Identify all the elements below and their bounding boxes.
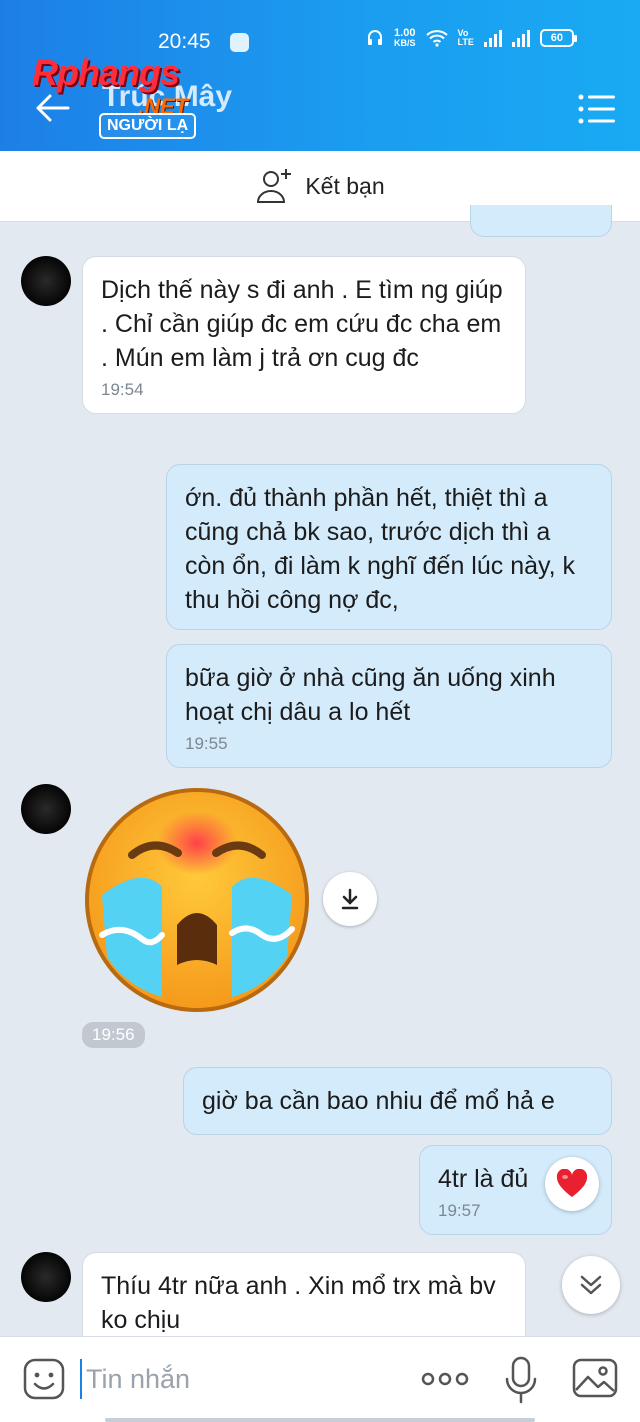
wifi-icon xyxy=(425,30,448,47)
sticker-time: 19:56 xyxy=(82,1022,145,1048)
network-speed: 1.00 KB/S xyxy=(394,27,416,49)
microphone-icon[interactable] xyxy=(503,1355,539,1405)
message-time: 19:54 xyxy=(101,380,144,399)
app-notification-icon xyxy=(230,33,249,52)
more-options-icon[interactable] xyxy=(420,1365,470,1393)
avatar[interactable] xyxy=(21,1252,71,1302)
download-button[interactable] xyxy=(323,872,377,926)
heart-icon xyxy=(556,1169,588,1197)
message-bubble-outgoing[interactable]: giờ ba cần bao nhiu để mổ hả e xyxy=(183,1067,612,1135)
message-bubble-outgoing[interactable]: ớn. đủ thành phần hết, thiệt thì a cũng … xyxy=(166,464,612,630)
message-bubble-incoming[interactable]: Dịch thế này s đi anh . E tìm ng giúp . … xyxy=(82,256,526,414)
message-time: 19:55 xyxy=(185,734,228,753)
message-text: bữa giờ ở nhà cũng ăn uống xinh hoạt chị… xyxy=(185,664,556,726)
message-input[interactable] xyxy=(80,1359,400,1399)
scroll-to-bottom-button[interactable] xyxy=(562,1256,620,1314)
avatar[interactable] xyxy=(21,256,71,306)
download-icon xyxy=(341,888,359,910)
crying-face-sticker[interactable] xyxy=(82,785,312,1015)
message-text: Dịch thế này s đi anh . E tìm ng giúp . … xyxy=(101,276,503,372)
headset-icon xyxy=(368,30,382,45)
signal-icon-2 xyxy=(511,29,530,47)
add-friend-label: Kết bạn xyxy=(305,172,385,199)
scroll-indicator xyxy=(105,1418,535,1422)
message-bubble-outgoing[interactable]: bữa giờ ở nhà cũng ăn uống xinh hoạt chị… xyxy=(166,644,612,768)
menu-icon[interactable] xyxy=(578,94,616,124)
message-text: Thíu 4tr nữa anh . Xin mổ trx mà bv ko c… xyxy=(101,1272,496,1334)
signal-icon xyxy=(483,29,502,47)
status-icons: 1.00 KB/S Vo LTE 60 xyxy=(366,27,577,49)
heart-reaction[interactable] xyxy=(545,1157,599,1211)
avatar[interactable] xyxy=(21,784,71,834)
battery-icon: 60 xyxy=(539,29,577,47)
message-text: ớn. đủ thành phần hết, thiệt thì a cũng … xyxy=(185,484,576,614)
double-chevron-down-icon xyxy=(580,1275,602,1295)
image-icon[interactable] xyxy=(572,1357,618,1399)
previous-message-bubble xyxy=(470,205,612,237)
stranger-badge: NGƯỜI LẠ xyxy=(99,113,197,139)
emoji-sticker-icon[interactable] xyxy=(22,1357,66,1401)
chat-header: 20:45 1.00 KB/S Vo LTE 60 Trúc Mây Rphan… xyxy=(0,0,640,151)
status-time: 20:45 xyxy=(158,30,211,53)
volte-indicator: Vo LTE xyxy=(457,28,474,47)
message-text: giờ ba cần bao nhiu để mổ hả e xyxy=(202,1087,555,1115)
watermark-logo: Rphangs xyxy=(32,52,180,93)
add-user-icon xyxy=(257,169,292,203)
message-input-bar xyxy=(0,1336,640,1422)
back-arrow-icon[interactable] xyxy=(32,92,72,124)
